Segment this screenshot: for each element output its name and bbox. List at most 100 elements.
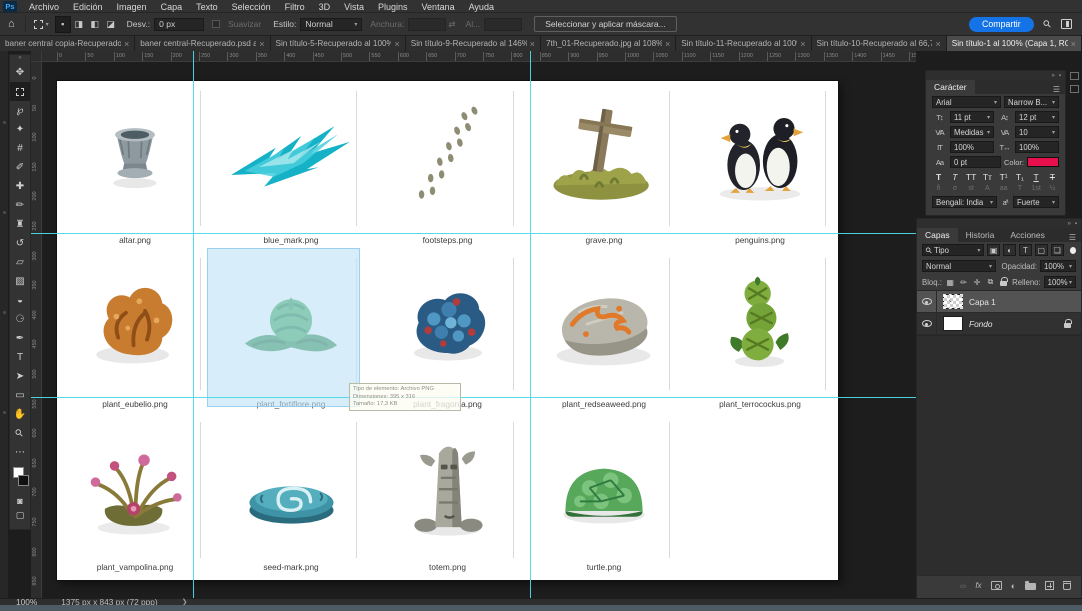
- height-input[interactable]: [484, 18, 522, 31]
- panel-menu-icon[interactable]: ☰: [1053, 85, 1065, 94]
- dock-panel-icons[interactable]: [1070, 72, 1079, 93]
- menu-item-filtro[interactable]: Filtro: [278, 2, 312, 12]
- collapsed-dock-strip[interactable]: [0, 51, 9, 598]
- spot-healing-tool[interactable]: ✚: [10, 177, 30, 196]
- faux-bold-button[interactable]: T: [932, 172, 945, 182]
- vertical-guide[interactable]: [530, 51, 531, 598]
- layer-thumbnail[interactable]: [943, 294, 963, 309]
- pen-tool[interactable]: ✒: [10, 329, 30, 348]
- asset-cell-plant-eubelio-png[interactable]: plant_eubelio.png: [57, 248, 213, 412]
- brush-tool[interactable]: ✏: [10, 196, 30, 215]
- document-tab-1[interactable]: baner central copia-Recuperado al 1...×: [0, 36, 135, 51]
- tab-close-icon[interactable]: ×: [124, 39, 129, 49]
- ordinals-button[interactable]: 1st: [1030, 185, 1043, 192]
- filter-smart-objects-icon[interactable]: ❏: [1051, 244, 1064, 256]
- quick-selection-tool[interactable]: ✦: [10, 120, 30, 139]
- search-icon[interactable]: ⚲: [1041, 18, 1054, 31]
- share-button[interactable]: Compartir: [969, 17, 1034, 32]
- panel-close-icon[interactable]: ▪: [1059, 73, 1061, 79]
- document-tab-7[interactable]: Sin título-10-Recuperado al 66,7% (...×: [812, 36, 947, 51]
- document-tab-5[interactable]: 7th_01-Recuperado.jpg al 108% (Ca...×: [541, 36, 676, 51]
- asset-cell-plant-redseaweed-png[interactable]: plant_redseaweed.png: [526, 248, 682, 412]
- titling-alternates-button[interactable]: T: [1013, 185, 1026, 192]
- menu-item-texto[interactable]: Texto: [189, 2, 225, 12]
- horizontal-ruler[interactable]: 0501001502002503003504004505005506006507…: [31, 51, 916, 62]
- workspace-switcher-icon[interactable]: [1061, 19, 1072, 29]
- blend-mode-select[interactable]: Normal▾: [922, 260, 996, 272]
- eraser-tool[interactable]: ▱: [10, 253, 30, 272]
- canvas-viewport[interactable]: altar.pngblue_mark.pngfootsteps.pnggrave…: [31, 51, 916, 598]
- menu-item-selecci-n[interactable]: Selección: [225, 2, 278, 12]
- tab-close-icon[interactable]: ×: [530, 39, 535, 49]
- filter-toggle[interactable]: [1070, 247, 1076, 254]
- swash-button[interactable]: A: [981, 185, 994, 192]
- crop-tool[interactable]: #: [10, 139, 30, 158]
- dodge-tool[interactable]: ⚆: [10, 310, 30, 329]
- width-input[interactable]: [408, 18, 446, 31]
- layer-effects-icon[interactable]: fx: [975, 581, 981, 590]
- document-tab-3[interactable]: Sin título-5-Recuperado al 100% (Ca...×: [271, 36, 406, 51]
- artboard[interactable]: altar.pngblue_mark.pngfootsteps.pnggrave…: [57, 81, 838, 580]
- lock-all-icon[interactable]: [999, 276, 1009, 288]
- leading-select[interactable]: 12 pt▾: [1015, 111, 1059, 123]
- add-layer-mask-icon[interactable]: [991, 581, 1002, 590]
- opacity-select[interactable]: 100%▾: [1040, 260, 1076, 272]
- underline-button[interactable]: T: [1030, 172, 1043, 182]
- menu-item-edici-n[interactable]: Edición: [66, 2, 110, 12]
- tab-historia[interactable]: Historia: [958, 228, 1003, 242]
- style-select[interactable]: Normal▾: [300, 18, 362, 31]
- panel-close-icon[interactable]: ▪: [1075, 221, 1077, 227]
- panel-menu-icon[interactable]: ☰: [1069, 233, 1081, 242]
- vertical-guide[interactable]: [193, 51, 194, 598]
- tracking-select[interactable]: 10▾: [1015, 126, 1059, 138]
- antialias-checkbox[interactable]: [212, 20, 220, 28]
- tab-close-icon[interactable]: ×: [800, 39, 805, 49]
- menu-item-ayuda[interactable]: Ayuda: [462, 2, 501, 12]
- small-caps-button[interactable]: Tᴛ: [981, 172, 994, 182]
- asset-cell-footsteps-png[interactable]: footsteps.png: [369, 81, 526, 248]
- contextual-alternates-button[interactable]: σ: [948, 185, 961, 192]
- menu-item-archivo[interactable]: Archivo: [22, 2, 66, 12]
- layer-row-capa-1[interactable]: Capa 1: [917, 291, 1081, 313]
- ligatures-button[interactable]: fi: [932, 185, 945, 192]
- quick-mask-button[interactable]: ◙: [10, 494, 30, 508]
- marquee-tool-preset-icon[interactable]: ▾: [28, 20, 55, 29]
- asset-cell-plant-terrocockus-png[interactable]: plant_terrocockus.png: [682, 248, 838, 412]
- baseline-shift-input[interactable]: 0 pt: [950, 156, 1001, 168]
- tab-character[interactable]: Carácter: [926, 80, 975, 94]
- font-family-select[interactable]: Arial▾: [932, 96, 1001, 108]
- filter-type-layers-icon[interactable]: T: [1019, 244, 1032, 256]
- document-tab-8[interactable]: Sin título-1 al 100% (Capa 1, RGB/8#) *×: [947, 36, 1082, 51]
- subscript-button[interactable]: T₁: [1013, 172, 1026, 182]
- language-select[interactable]: Bengali: India▾: [932, 196, 997, 208]
- superscript-button[interactable]: T¹: [997, 172, 1010, 182]
- rectangle-tool[interactable]: ▭: [10, 386, 30, 405]
- lock-artboard-icon[interactable]: ⧉: [985, 276, 995, 288]
- menu-item-vista[interactable]: Vista: [337, 2, 371, 12]
- horizontal-guide[interactable]: [31, 397, 916, 398]
- lock-transparency-icon[interactable]: ▦: [945, 276, 955, 288]
- asset-cell-turtle-png[interactable]: turtle.png: [526, 412, 682, 580]
- tab-capas[interactable]: Capas: [917, 228, 958, 242]
- asset-cell-grave-png[interactable]: grave.png: [526, 81, 682, 248]
- link-layers-icon[interactable]: ∞: [960, 581, 966, 591]
- delete-layer-icon[interactable]: [1063, 581, 1071, 590]
- layer-visibility-toggle[interactable]: [917, 313, 937, 334]
- panel-collapse-icon[interactable]: »: [1052, 73, 1055, 79]
- new-layer-icon[interactable]: [1045, 581, 1054, 590]
- horizontal-guide[interactable]: [31, 233, 916, 234]
- background-color-swatch[interactable]: [18, 475, 29, 486]
- eyedropper-tool[interactable]: ✐: [10, 158, 30, 177]
- font-size-select[interactable]: 11 pt▾: [950, 111, 994, 123]
- layer-name[interactable]: Capa 1: [969, 297, 996, 307]
- filter-pixel-layers-icon[interactable]: ▣: [987, 244, 1000, 256]
- empty-cell[interactable]: [682, 412, 838, 580]
- layer-filter-select[interactable]: ⚲ Tipo▾: [922, 244, 984, 256]
- move-tool[interactable]: ✥: [10, 63, 30, 82]
- layer-name[interactable]: Fondo: [969, 319, 993, 329]
- kerning-select[interactable]: Medidas▾: [950, 126, 994, 138]
- photoshop-logo-icon[interactable]: Ps: [3, 1, 17, 12]
- menu-item-ventana[interactable]: Ventana: [415, 2, 462, 12]
- fractions-button[interactable]: ½: [1046, 185, 1059, 192]
- path-selection-tool[interactable]: ➤: [10, 367, 30, 386]
